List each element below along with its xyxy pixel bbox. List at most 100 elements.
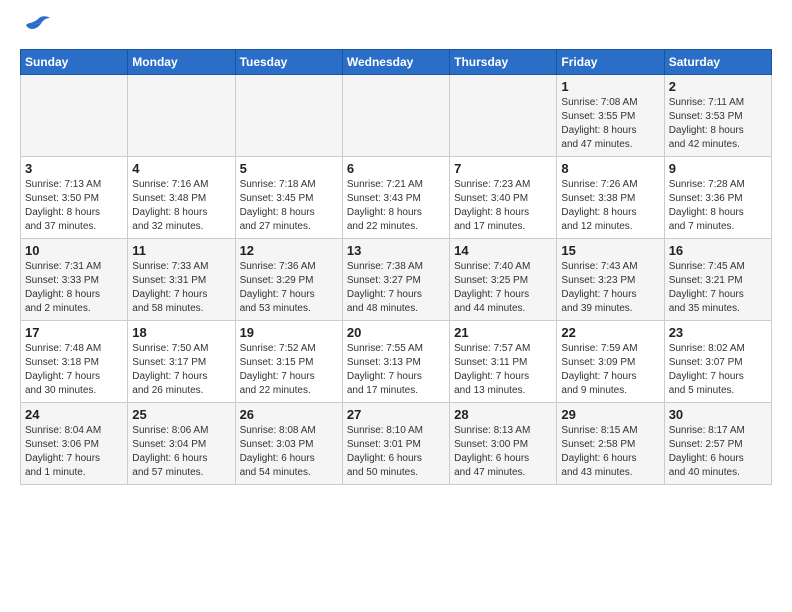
day-info: Sunrise: 8:17 AM Sunset: 2:57 PM Dayligh…: [669, 424, 767, 480]
header-row: SundayMondayTuesdayWednesdayThursdayFrid…: [21, 50, 772, 75]
day-info: Sunrise: 7:13 AM Sunset: 3:50 PM Dayligh…: [25, 178, 123, 234]
calendar-cell: 1 Sunrise: 7:08 AM Sunset: 3:55 PM Daylig…: [557, 75, 664, 157]
day-number: 10: [25, 243, 123, 258]
day-info: Sunrise: 7:23 AM Sunset: 3:40 PM Dayligh…: [454, 178, 552, 234]
day-info: Sunrise: 7:38 AM Sunset: 3:27 PM Dayligh…: [347, 260, 445, 316]
day-number: 1: [561, 79, 659, 94]
calendar-cell: 17 Sunrise: 7:48 AM Sunset: 3:18 PM Dayli…: [21, 321, 128, 403]
day-number: 25: [132, 407, 230, 422]
day-number: 23: [669, 325, 767, 340]
calendar-cell: 30 Sunrise: 8:17 AM Sunset: 2:57 PM Dayli…: [664, 403, 771, 485]
day-number: 30: [669, 407, 767, 422]
day-number: 3: [25, 161, 123, 176]
day-number: 6: [347, 161, 445, 176]
day-number: 27: [347, 407, 445, 422]
day-number: 8: [561, 161, 659, 176]
calendar-cell: 5 Sunrise: 7:18 AM Sunset: 3:45 PM Daylig…: [235, 157, 342, 239]
week-row-5: 24 Sunrise: 8:04 AM Sunset: 3:06 PM Dayli…: [21, 403, 772, 485]
calendar-cell: [128, 75, 235, 157]
day-number: 19: [240, 325, 338, 340]
day-info: Sunrise: 8:08 AM Sunset: 3:03 PM Dayligh…: [240, 424, 338, 480]
day-number: 4: [132, 161, 230, 176]
day-number: 9: [669, 161, 767, 176]
calendar-cell: 19 Sunrise: 7:52 AM Sunset: 3:15 PM Dayli…: [235, 321, 342, 403]
day-info: Sunrise: 7:21 AM Sunset: 3:43 PM Dayligh…: [347, 178, 445, 234]
day-number: 26: [240, 407, 338, 422]
calendar-cell: [21, 75, 128, 157]
header-monday: Monday: [128, 50, 235, 75]
calendar-cell: 16 Sunrise: 7:45 AM Sunset: 3:21 PM Dayli…: [664, 239, 771, 321]
calendar-cell: 3 Sunrise: 7:13 AM Sunset: 3:50 PM Daylig…: [21, 157, 128, 239]
calendar-cell: 23 Sunrise: 8:02 AM Sunset: 3:07 PM Dayli…: [664, 321, 771, 403]
calendar-cell: 11 Sunrise: 7:33 AM Sunset: 3:31 PM Dayli…: [128, 239, 235, 321]
day-info: Sunrise: 7:50 AM Sunset: 3:17 PM Dayligh…: [132, 342, 230, 398]
day-number: 18: [132, 325, 230, 340]
calendar-cell: 14 Sunrise: 7:40 AM Sunset: 3:25 PM Dayli…: [450, 239, 557, 321]
day-info: Sunrise: 7:16 AM Sunset: 3:48 PM Dayligh…: [132, 178, 230, 234]
week-row-2: 3 Sunrise: 7:13 AM Sunset: 3:50 PM Daylig…: [21, 157, 772, 239]
logo: [20, 15, 52, 39]
day-info: Sunrise: 7:11 AM Sunset: 3:53 PM Dayligh…: [669, 96, 767, 152]
calendar-cell: 22 Sunrise: 7:59 AM Sunset: 3:09 PM Dayli…: [557, 321, 664, 403]
week-row-4: 17 Sunrise: 7:48 AM Sunset: 3:18 PM Dayli…: [21, 321, 772, 403]
day-number: 5: [240, 161, 338, 176]
day-info: Sunrise: 7:26 AM Sunset: 3:38 PM Dayligh…: [561, 178, 659, 234]
day-info: Sunrise: 7:08 AM Sunset: 3:55 PM Dayligh…: [561, 96, 659, 152]
day-number: 21: [454, 325, 552, 340]
day-info: Sunrise: 8:13 AM Sunset: 3:00 PM Dayligh…: [454, 424, 552, 480]
day-info: Sunrise: 7:36 AM Sunset: 3:29 PM Dayligh…: [240, 260, 338, 316]
calendar-cell: 6 Sunrise: 7:21 AM Sunset: 3:43 PM Daylig…: [342, 157, 449, 239]
calendar-cell: 25Sunrise: 8:06 AM Sunset: 3:04 PM Dayli…: [128, 403, 235, 485]
day-info: Sunrise: 7:52 AM Sunset: 3:15 PM Dayligh…: [240, 342, 338, 398]
calendar-cell: [450, 75, 557, 157]
calendar-cell: 2 Sunrise: 7:11 AM Sunset: 3:53 PM Daylig…: [664, 75, 771, 157]
day-info: Sunrise: 7:57 AM Sunset: 3:11 PM Dayligh…: [454, 342, 552, 398]
header: [20, 15, 772, 39]
calendar-cell: 27Sunrise: 8:10 AM Sunset: 3:01 PM Dayli…: [342, 403, 449, 485]
day-info: Sunrise: 7:48 AM Sunset: 3:18 PM Dayligh…: [25, 342, 123, 398]
day-number: 29: [561, 407, 659, 422]
day-info: Sunrise: 8:04 AM Sunset: 3:06 PM Dayligh…: [25, 424, 123, 480]
day-number: 2: [669, 79, 767, 94]
calendar-cell: [235, 75, 342, 157]
day-number: 14: [454, 243, 552, 258]
header-wednesday: Wednesday: [342, 50, 449, 75]
calendar-cell: 18 Sunrise: 7:50 AM Sunset: 3:17 PM Dayli…: [128, 321, 235, 403]
day-number: 22: [561, 325, 659, 340]
day-info: Sunrise: 7:43 AM Sunset: 3:23 PM Dayligh…: [561, 260, 659, 316]
calendar-cell: 12Sunrise: 7:36 AM Sunset: 3:29 PM Dayli…: [235, 239, 342, 321]
day-number: 16: [669, 243, 767, 258]
calendar-cell: [342, 75, 449, 157]
calendar-cell: 28Sunrise: 8:13 AM Sunset: 3:00 PM Dayli…: [450, 403, 557, 485]
day-info: Sunrise: 7:33 AM Sunset: 3:31 PM Dayligh…: [132, 260, 230, 316]
calendar-cell: 29Sunrise: 8:15 AM Sunset: 2:58 PM Dayli…: [557, 403, 664, 485]
day-info: Sunrise: 7:31 AM Sunset: 3:33 PM Dayligh…: [25, 260, 123, 316]
day-number: 24: [25, 407, 123, 422]
day-info: Sunrise: 7:40 AM Sunset: 3:25 PM Dayligh…: [454, 260, 552, 316]
calendar-cell: 26 Sunrise: 8:08 AM Sunset: 3:03 PM Dayli…: [235, 403, 342, 485]
header-saturday: Saturday: [664, 50, 771, 75]
calendar-cell: 4 Sunrise: 7:16 AM Sunset: 3:48 PM Daylig…: [128, 157, 235, 239]
calendar-cell: 20 Sunrise: 7:55 AM Sunset: 3:13 PM Dayli…: [342, 321, 449, 403]
calendar-cell: 7Sunrise: 7:23 AM Sunset: 3:40 PM Daylig…: [450, 157, 557, 239]
day-info: Sunrise: 7:18 AM Sunset: 3:45 PM Dayligh…: [240, 178, 338, 234]
calendar-cell: 13 Sunrise: 7:38 AM Sunset: 3:27 PM Dayli…: [342, 239, 449, 321]
day-number: 13: [347, 243, 445, 258]
day-number: 20: [347, 325, 445, 340]
day-number: 17: [25, 325, 123, 340]
day-number: 11: [132, 243, 230, 258]
day-info: Sunrise: 7:59 AM Sunset: 3:09 PM Dayligh…: [561, 342, 659, 398]
calendar-table: SundayMondayTuesdayWednesdayThursdayFrid…: [20, 49, 772, 485]
header-tuesday: Tuesday: [235, 50, 342, 75]
header-friday: Friday: [557, 50, 664, 75]
day-info: Sunrise: 7:55 AM Sunset: 3:13 PM Dayligh…: [347, 342, 445, 398]
calendar-cell: 21 Sunrise: 7:57 AM Sunset: 3:11 PM Dayli…: [450, 321, 557, 403]
day-info: Sunrise: 7:28 AM Sunset: 3:36 PM Dayligh…: [669, 178, 767, 234]
calendar-cell: 15 Sunrise: 7:43 AM Sunset: 3:23 PM Dayli…: [557, 239, 664, 321]
week-row-1: 1 Sunrise: 7:08 AM Sunset: 3:55 PM Daylig…: [21, 75, 772, 157]
day-info: Sunrise: 8:02 AM Sunset: 3:07 PM Dayligh…: [669, 342, 767, 398]
week-row-3: 10 Sunrise: 7:31 AM Sunset: 3:33 PM Dayli…: [21, 239, 772, 321]
day-number: 15: [561, 243, 659, 258]
day-info: Sunrise: 7:45 AM Sunset: 3:21 PM Dayligh…: [669, 260, 767, 316]
calendar-cell: 24 Sunrise: 8:04 AM Sunset: 3:06 PM Dayli…: [21, 403, 128, 485]
